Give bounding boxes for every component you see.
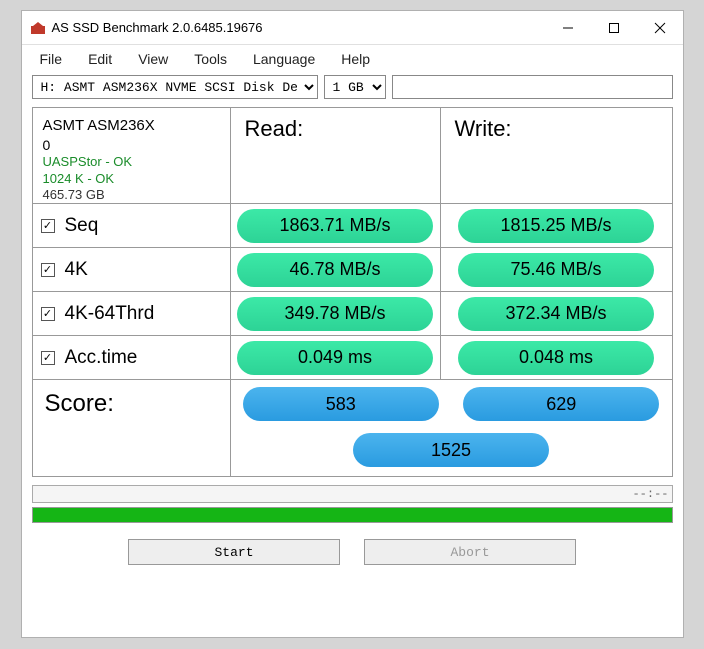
acc-write: 0.048 ms	[458, 341, 654, 375]
acc-checkbox[interactable]: ✓	[41, 351, 55, 365]
acc-label: Acc.time	[65, 347, 138, 369]
4k64-read: 349.78 MB/s	[237, 297, 433, 331]
button-row: Start Abort	[22, 529, 683, 577]
device-name: ASMT ASM236X	[43, 116, 155, 136]
size-select[interactable]: 1 GB	[324, 75, 386, 99]
seq-write: 1815.25 MB/s	[458, 209, 654, 243]
minimize-button[interactable]	[545, 12, 591, 44]
4k64-row: ✓ 4K-64Thrd 349.78 MB/s 372.34 MB/s	[33, 292, 672, 336]
window-title: AS SSD Benchmark 2.0.6485.19676	[52, 20, 545, 35]
app-icon	[30, 20, 46, 36]
menu-language[interactable]: Language	[253, 51, 315, 67]
start-button[interactable]: Start	[128, 539, 340, 565]
score-total: 1525	[353, 433, 549, 467]
menubar: File Edit View Tools Language Help	[22, 45, 683, 73]
score-label: Score:	[33, 380, 231, 476]
4k64-checkbox[interactable]: ✓	[41, 307, 55, 321]
4k64-label: 4K-64Thrd	[65, 303, 155, 325]
device-info: ASMT ASM236X 0 UASPStor - OK 1024 K - OK…	[33, 108, 231, 203]
progress-area: --:--	[22, 477, 683, 529]
seq-row: ✓ Seq 1863.71 MB/s 1815.25 MB/s	[33, 204, 672, 248]
titlebar: AS SSD Benchmark 2.0.6485.19676	[22, 11, 683, 45]
menu-help[interactable]: Help	[341, 51, 370, 67]
4k-write: 75.46 MB/s	[458, 253, 654, 287]
write-header: Write:	[441, 108, 672, 203]
score-write: 629	[463, 387, 659, 421]
menu-edit[interactable]: Edit	[88, 51, 112, 67]
4k-checkbox[interactable]: ✓	[41, 263, 55, 277]
acc-row: ✓ Acc.time 0.049 ms 0.048 ms	[33, 336, 672, 380]
score-row: Score: 583 629 1525	[33, 380, 672, 476]
toolbar-text-input[interactable]	[392, 75, 673, 99]
abort-button: Abort	[364, 539, 576, 565]
disk-select[interactable]: H: ASMT ASM236X NVME SCSI Disk De	[32, 75, 318, 99]
maximize-button[interactable]	[591, 12, 637, 44]
4k-read: 46.78 MB/s	[237, 253, 433, 287]
alignment-status: 1024 K - OK	[43, 171, 115, 188]
read-header: Read:	[231, 108, 441, 203]
score-read: 583	[243, 387, 439, 421]
results-grid: ASMT ASM236X 0 UASPStor - OK 1024 K - OK…	[32, 107, 673, 477]
menu-file[interactable]: File	[40, 51, 63, 67]
app-window: AS SSD Benchmark 2.0.6485.19676 File Edi…	[21, 10, 684, 638]
menu-tools[interactable]: Tools	[194, 51, 227, 67]
seq-checkbox[interactable]: ✓	[41, 219, 55, 233]
header-row: ASMT ASM236X 0 UASPStor - OK 1024 K - OK…	[33, 108, 672, 204]
toolbar: H: ASMT ASM236X NVME SCSI Disk De 1 GB	[22, 73, 683, 107]
4k-row: ✓ 4K 46.78 MB/s 75.46 MB/s	[33, 248, 672, 292]
progress-time: --:--	[32, 487, 673, 501]
capacity: 465.73 GB	[43, 187, 105, 204]
menu-view[interactable]: View	[138, 51, 168, 67]
seq-read: 1863.71 MB/s	[237, 209, 433, 243]
device-rev: 0	[43, 136, 51, 154]
driver-status: UASPStor - OK	[43, 154, 133, 171]
4k64-write: 372.34 MB/s	[458, 297, 654, 331]
progress-bar-2	[32, 507, 673, 523]
close-button[interactable]	[637, 12, 683, 44]
4k-label: 4K	[65, 259, 88, 281]
seq-label: Seq	[65, 215, 99, 237]
acc-read: 0.049 ms	[237, 341, 433, 375]
